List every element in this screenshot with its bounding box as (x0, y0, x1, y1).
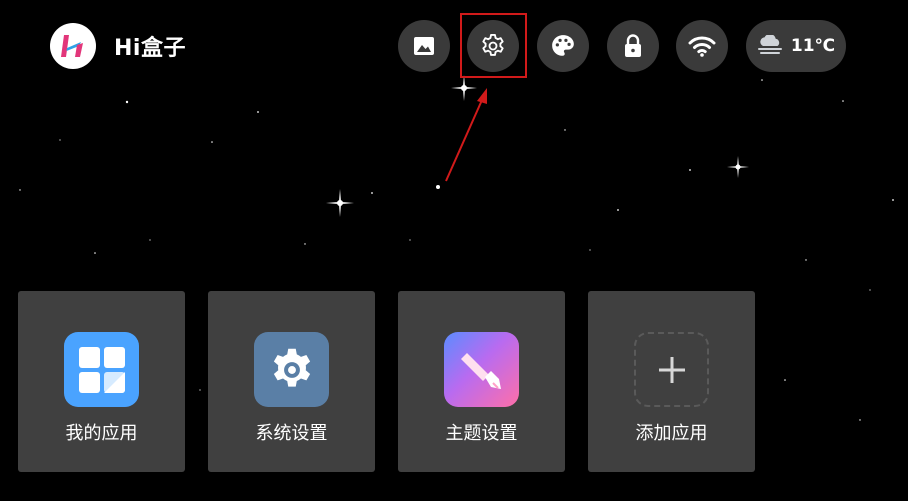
add-app-placeholder (634, 332, 709, 407)
app-tile-label: 系统设置 (255, 423, 328, 444)
plus-icon (658, 356, 685, 383)
app-tile-my-apps[interactable]: 我的应用 (18, 291, 185, 472)
grid-apps-icon (78, 346, 125, 393)
app-tile-system-settings[interactable]: 系统设置 (208, 291, 375, 472)
app-tile-theme-settings[interactable]: 主题设置 (398, 291, 565, 472)
paintbrush-icon (460, 352, 501, 389)
app-tile-label: 添加应用 (635, 423, 708, 444)
app-tile-label: 主题设置 (445, 423, 518, 444)
app-icon (254, 332, 329, 407)
app-icon (64, 332, 139, 407)
app-tile-label: 我的应用 (65, 423, 138, 444)
gear-icon (273, 348, 310, 387)
app-tile-add-app[interactable]: 添加应用 (588, 291, 755, 472)
app-icon (444, 332, 519, 407)
